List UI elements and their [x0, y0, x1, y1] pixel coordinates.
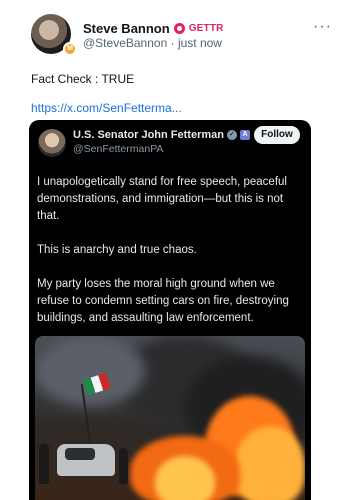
meta-separator: · [170, 36, 175, 50]
quoted-paragraph-3: My party loses the moral high ground whe… [37, 278, 289, 324]
person-silhouette [119, 448, 128, 484]
avatar-badge-icon: M [63, 42, 77, 56]
quoted-author-handle[interactable]: @SenFettermanPA [73, 143, 163, 155]
fire [155, 456, 215, 500]
verified-badge-icon: ✓ [226, 130, 237, 140]
author-meta: @SteveBannon · just now [83, 36, 222, 50]
more-icon[interactable]: ··· [313, 18, 332, 36]
quoted-post[interactable]: U.S. Senator John Fetterman ✓ A @SenFett… [29, 120, 311, 500]
quoted-name-row: U.S. Senator John Fetterman ✓ A [73, 129, 250, 141]
smoke-cloud [35, 336, 145, 406]
author-name-row: Steve Bannon GETTR [83, 21, 224, 36]
fire [235, 426, 305, 500]
gettr-label: GETTR [188, 23, 224, 34]
post-time: just now [177, 36, 222, 50]
follow-button[interactable]: Follow [254, 126, 300, 144]
car-window [65, 448, 95, 460]
post-link[interactable]: https://x.com/SenFetterma... [31, 101, 182, 115]
quoted-author-avatar[interactable] [38, 129, 66, 157]
author-handle[interactable]: @SteveBannon [83, 36, 167, 50]
post-text: Fact Check : TRUE [31, 72, 135, 86]
post-card: M Steve Bannon GETTR @SteveBannon · just… [0, 0, 360, 500]
quoted-paragraph-2: This is anarchy and true chaos. [37, 244, 197, 256]
quoted-author-name[interactable]: U.S. Senator John Fetterman [73, 129, 224, 141]
quoted-paragraph-1: I unapologetically stand for free speech… [37, 176, 287, 222]
government-badge-icon: A [239, 130, 250, 140]
quoted-post-image[interactable] [35, 336, 305, 500]
quoted-post-text: I unapologetically stand for free speech… [37, 174, 305, 344]
author-name[interactable]: Steve Bannon [83, 21, 170, 36]
person-silhouette [39, 444, 49, 484]
gettr-icon [173, 23, 185, 34]
